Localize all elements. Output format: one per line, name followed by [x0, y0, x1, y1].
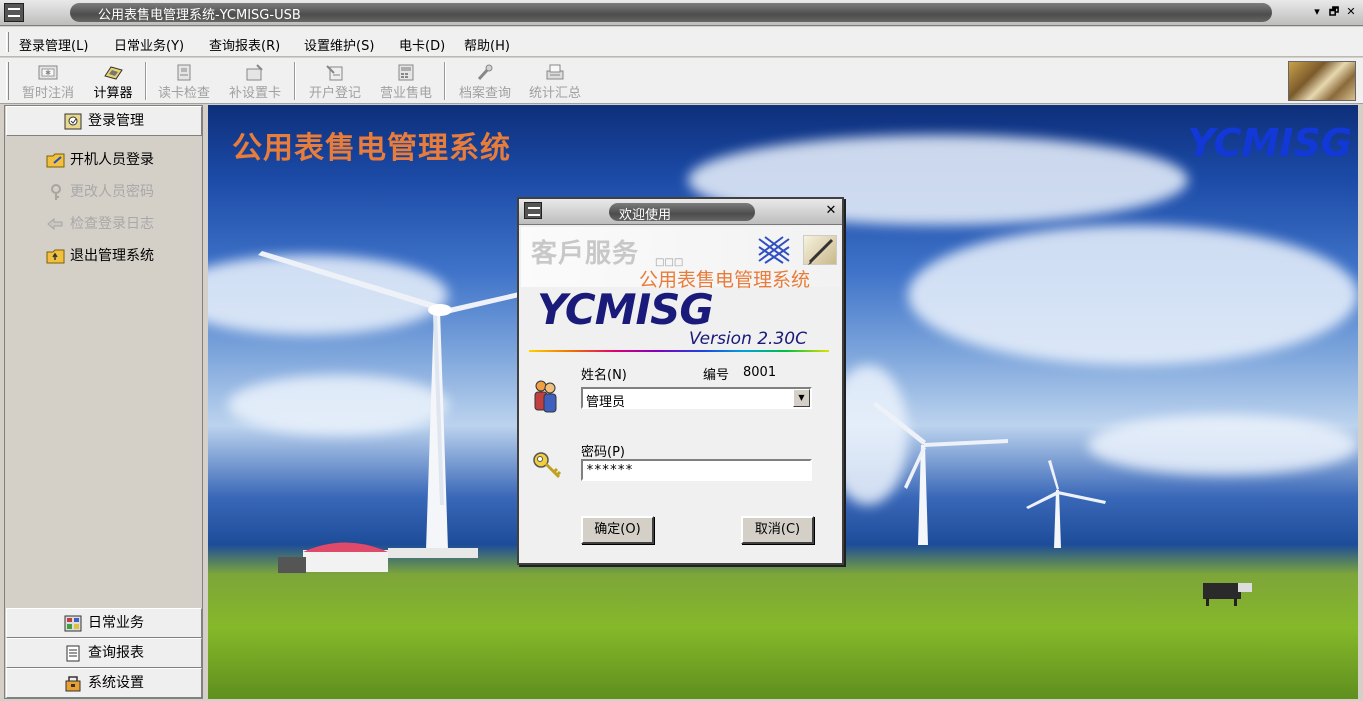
- section-report-header[interactable]: 查询报表: [6, 638, 202, 668]
- dialog-banner: 客戶服务 □□□ 公用表售电管理系统: [521, 227, 840, 291]
- title-bar: 公用表售电管理系统-YCMISG-USB ▾ 🗗 ✕: [0, 0, 1363, 26]
- section-daily-header[interactable]: 日常业务: [6, 608, 202, 638]
- users-icon: [534, 380, 557, 413]
- sidebar-item-login[interactable]: 开机人员登录: [46, 149, 154, 169]
- login-log-icon: [47, 217, 63, 231]
- change-password-icon: [51, 184, 61, 200]
- name-select[interactable]: 管理员 ▼: [581, 387, 812, 410]
- name-select-value: 管理员: [586, 395, 626, 410]
- login-dialog: 欢迎使用 ✕ 客戶服务 □□□ 公用表售电管理系统 YCMISG Version…: [517, 197, 844, 565]
- close-icon[interactable]: ✕: [1344, 5, 1358, 19]
- sidebar-item-login-label: 开机人员登录: [70, 152, 154, 168]
- toolbar-photo: [1288, 61, 1356, 101]
- dialog-version: Version 2.30C: [689, 329, 807, 349]
- toolbar-open-account-button[interactable]: 开户登记: [300, 60, 370, 102]
- minimize-icon[interactable]: ▾: [1310, 5, 1324, 19]
- login-section-icon: [64, 113, 82, 129]
- ok-button[interactable]: 确定(O): [581, 516, 654, 544]
- sidebar-item-change-password[interactable]: 更改人员密码: [46, 181, 154, 201]
- toolbar-calculator-label: 计算器: [93, 86, 133, 101]
- menu-report[interactable]: 查询报表(R): [209, 35, 280, 54]
- menu-help[interactable]: 帮助(H): [464, 35, 510, 54]
- suspend-icon: ✱: [38, 65, 58, 80]
- exit-folder-icon: [46, 249, 65, 264]
- daily-business-icon: [64, 615, 82, 631]
- toolbar-statistics-button[interactable]: 统计汇总: [522, 60, 588, 102]
- query-report-icon: [66, 645, 80, 661]
- sidebar-item-exit-label: 退出管理系统: [70, 248, 154, 264]
- toolbar-open-account-label: 开户登记: [308, 86, 361, 101]
- pen-icon: [803, 235, 837, 265]
- menu-bar: 登录管理(L) 日常业务(Y) 查询报表(R) 设置维护(S) 电卡(D) 帮助…: [0, 27, 1363, 57]
- section-login-label: 登录管理: [88, 113, 144, 129]
- login-folder-icon: [46, 153, 65, 168]
- network-icon: [758, 236, 790, 264]
- toolbar-set-card-button[interactable]: 补设置卡: [220, 60, 290, 102]
- toolbar-archive-label: 档案查询: [458, 86, 511, 101]
- main-logo: YCMISG: [1187, 121, 1352, 165]
- menu-settings[interactable]: 设置维护(S): [304, 35, 374, 54]
- rainbow-divider: [529, 350, 829, 352]
- window-title: 公用表售电管理系统-YCMISG-USB: [98, 8, 301, 23]
- toolbar-grip[interactable]: [6, 62, 9, 100]
- menu-daily[interactable]: 日常业务(Y): [114, 35, 184, 54]
- toolbar-suspend-button[interactable]: ✱ 暂时注消: [14, 60, 82, 102]
- toolbar-separator: [145, 62, 147, 100]
- toolbar-statistics-label: 统计汇总: [528, 86, 581, 101]
- toolbar-calculator-button[interactable]: 计算器: [86, 60, 140, 102]
- name-label: 姓名(N): [581, 368, 627, 383]
- sidebar-item-login-log[interactable]: 检查登录日志: [46, 213, 154, 233]
- menu-login[interactable]: 登录管理(L): [19, 35, 88, 54]
- menu-card[interactable]: 电卡(D): [399, 35, 445, 54]
- read-card-icon: [177, 64, 191, 81]
- open-account-icon: [326, 65, 343, 81]
- sidebar-body: 开机人员登录 更改人员密码 检查登录日志 退出管理系统: [6, 137, 202, 607]
- archive-icon: [477, 64, 493, 81]
- section-login-header[interactable]: 登录管理: [6, 106, 202, 136]
- toolbar: ✱ 暂时注消 计算器 读卡检查 补设置卡 开户登记 营业售电 档案查询 统计汇总: [0, 58, 1363, 104]
- password-label: 密码(P): [581, 445, 625, 460]
- section-settings-label: 系统设置: [88, 675, 144, 691]
- sidebar-item-exit[interactable]: 退出管理系统: [46, 245, 154, 265]
- password-field[interactable]: ******: [581, 459, 812, 481]
- section-settings-header[interactable]: 系统设置: [6, 668, 202, 698]
- section-report-label: 查询报表: [88, 645, 144, 661]
- svg-text:✱: ✱: [45, 69, 51, 77]
- dialog-close-icon[interactable]: ✕: [824, 204, 838, 218]
- toolbar-separator: [294, 62, 296, 100]
- sidebar-item-login-log-label: 检查登录日志: [70, 216, 154, 232]
- toolbar-separator: [444, 62, 446, 100]
- restore-icon[interactable]: 🗗: [1327, 5, 1341, 19]
- sell-power-icon: [398, 64, 414, 81]
- dialog-logo: YCMISG: [537, 285, 714, 334]
- toolbar-read-card-label: 读卡检查: [157, 86, 210, 101]
- dialog-title: 欢迎使用: [619, 208, 672, 223]
- toolbar-set-card-label: 补设置卡: [228, 86, 281, 101]
- toolbar-sell-power-button[interactable]: 营业售电: [372, 60, 440, 102]
- toolbar-suspend-label: 暂时注消: [21, 86, 74, 101]
- menu-grip[interactable]: [6, 32, 9, 52]
- statistics-icon: [546, 64, 564, 80]
- system-settings-icon: [65, 675, 81, 691]
- id-label: 编号: [703, 368, 730, 383]
- dialog-app-icon[interactable]: [524, 202, 542, 219]
- sidebar-item-change-password-label: 更改人员密码: [70, 184, 154, 200]
- dialog-title-bar: 欢迎使用 ✕: [519, 199, 842, 225]
- chevron-down-icon[interactable]: ▼: [793, 389, 810, 407]
- set-card-icon: [246, 64, 263, 81]
- app-logo-icon[interactable]: [4, 3, 24, 22]
- key-icon: [533, 452, 562, 479]
- cancel-button[interactable]: 取消(C): [741, 516, 814, 544]
- toolbar-sell-power-label: 营业售电: [379, 86, 432, 101]
- toolbar-archive-button[interactable]: 档案查询: [450, 60, 520, 102]
- banner-service: 客戶服务: [531, 239, 640, 269]
- section-daily-label: 日常业务: [88, 615, 144, 631]
- calculator-icon: [104, 66, 123, 80]
- left-panel: 登录管理 开机人员登录 更改人员密码 检查登录日志 退出管理系统 日常业务 查询…: [4, 105, 203, 699]
- toolbar-read-card-button[interactable]: 读卡检查: [150, 60, 218, 102]
- main-title: 公用表售电管理系统: [232, 131, 511, 166]
- id-value: 8001: [743, 365, 777, 380]
